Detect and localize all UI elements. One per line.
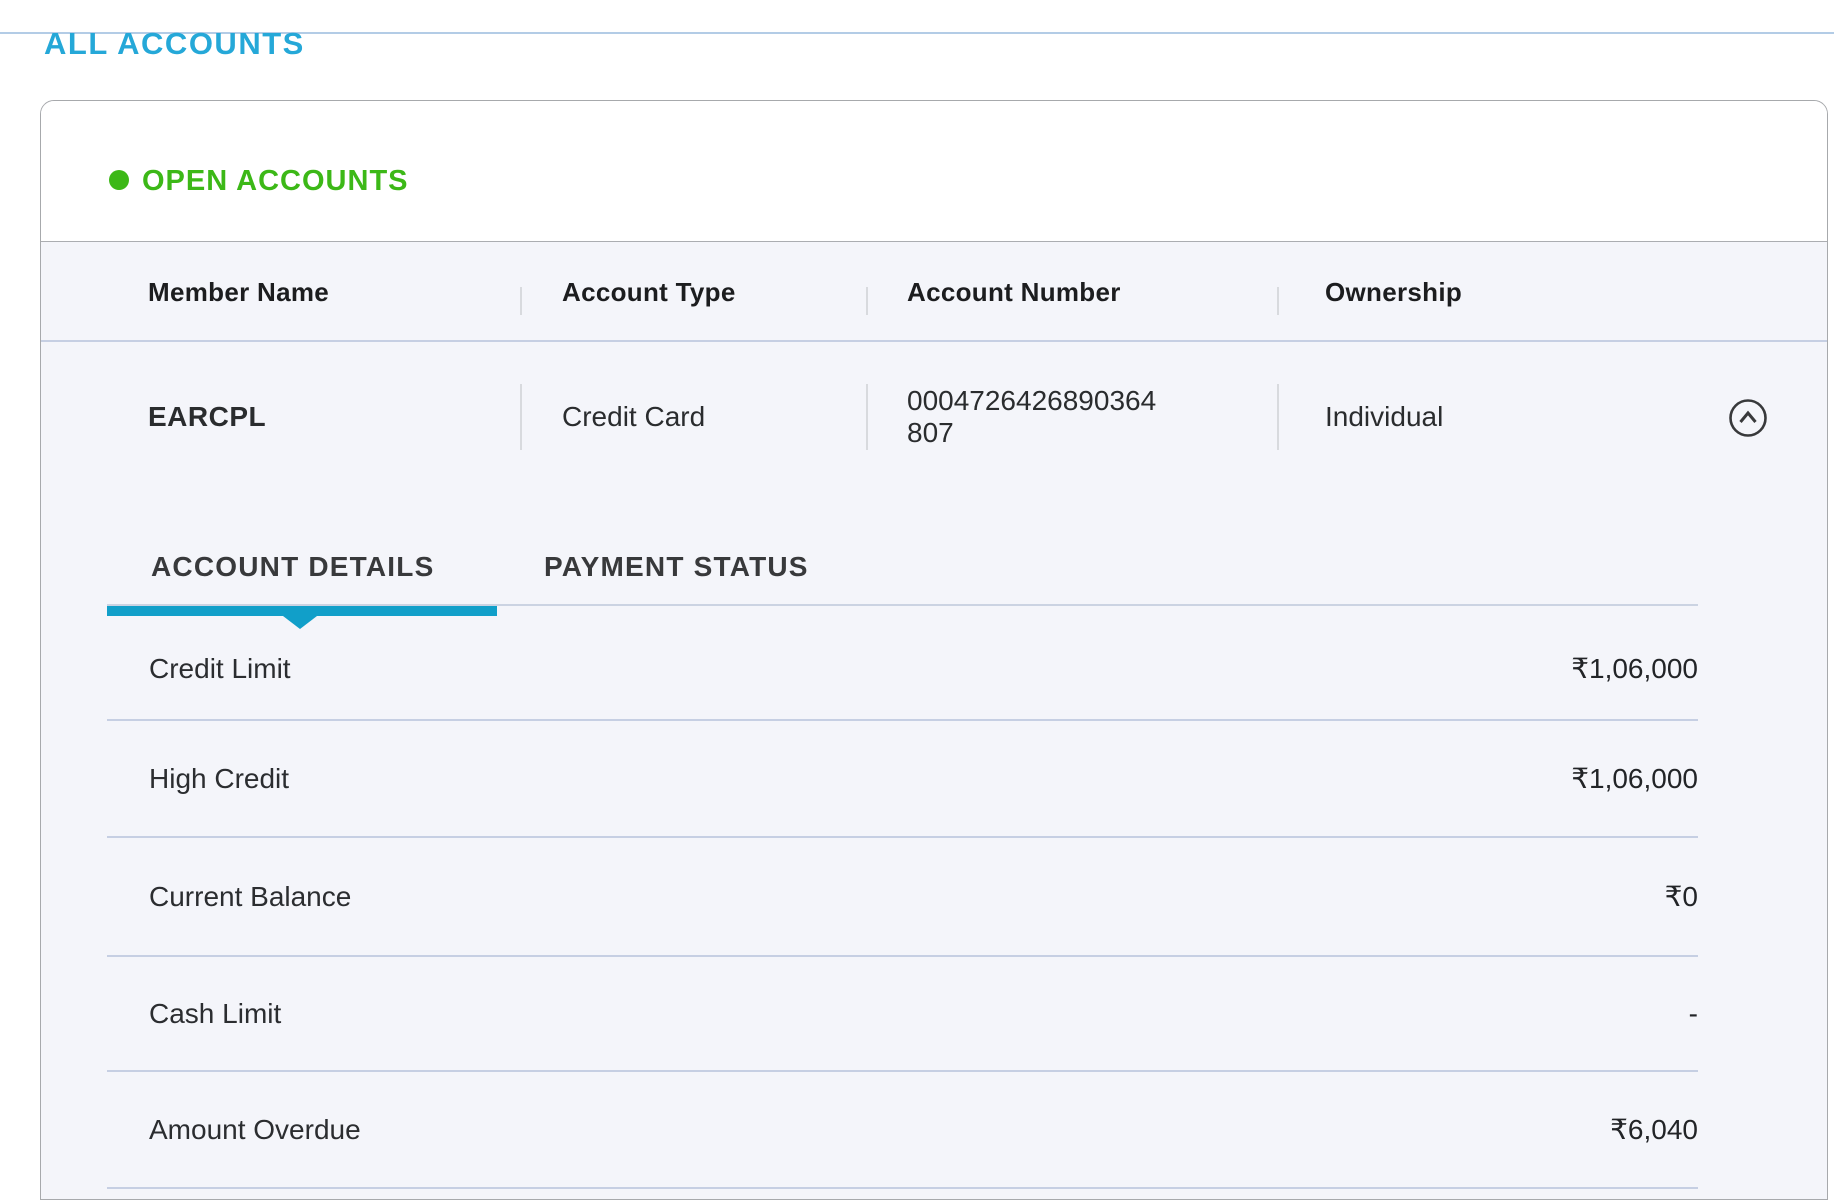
active-tab-indicator bbox=[107, 606, 497, 616]
ownership-value: Individual bbox=[1325, 342, 1443, 492]
tab-payment-status[interactable]: PAYMENT STATUS bbox=[544, 551, 809, 583]
detail-value: ₹6,040 bbox=[1610, 1113, 1698, 1146]
detail-row-high-credit: High Credit ₹1,06,000 bbox=[107, 721, 1698, 838]
tab-account-details[interactable]: ACCOUNT DETAILS bbox=[151, 551, 434, 583]
collapse-account-button[interactable] bbox=[1728, 398, 1768, 438]
detail-row-credit-limit: Credit Limit ₹1,06,000 bbox=[107, 618, 1698, 721]
account-details-panel: Credit Limit ₹1,06,000 High Credit ₹1,06… bbox=[107, 618, 1698, 1189]
column-divider bbox=[520, 384, 522, 450]
open-status-dot-icon bbox=[109, 170, 129, 190]
detail-label: Amount Overdue bbox=[149, 1114, 361, 1146]
detail-row-current-balance: Current Balance ₹0 bbox=[107, 838, 1698, 957]
account-type-value: Credit Card bbox=[562, 342, 705, 492]
column-divider bbox=[520, 287, 522, 315]
detail-value: ₹1,06,000 bbox=[1571, 762, 1698, 795]
detail-value: ₹1,06,000 bbox=[1571, 652, 1698, 685]
detail-label: Current Balance bbox=[149, 881, 351, 913]
accounts-table-header: Member Name Account Type Account Number … bbox=[41, 242, 1827, 342]
page-title: ALL ACCOUNTS bbox=[44, 26, 305, 62]
detail-label: High Credit bbox=[149, 763, 289, 795]
member-name-value: EARCPL bbox=[148, 342, 266, 492]
detail-row-amount-overdue: Amount Overdue ₹6,040 bbox=[107, 1072, 1698, 1189]
section-title: OPEN ACCOUNTS bbox=[142, 165, 409, 198]
column-divider bbox=[866, 287, 868, 315]
account-tabs: ACCOUNT DETAILS PAYMENT STATUS bbox=[41, 551, 1827, 591]
detail-row-cash-limit: Cash Limit - bbox=[107, 957, 1698, 1072]
column-divider bbox=[1277, 287, 1279, 315]
column-header-account-type: Account Type bbox=[562, 242, 736, 342]
column-header-member-name: Member Name bbox=[148, 242, 329, 342]
column-divider bbox=[1277, 384, 1279, 450]
detail-label: Credit Limit bbox=[149, 653, 291, 685]
account-number-value: 0004726426890364807 bbox=[907, 342, 1165, 492]
card-header: OPEN ACCOUNTS bbox=[41, 101, 1827, 242]
column-header-account-number: Account Number bbox=[907, 242, 1121, 342]
account-row: EARCPL Credit Card 0004726426890364807 I… bbox=[41, 342, 1827, 492]
column-header-ownership: Ownership bbox=[1325, 242, 1462, 342]
column-divider bbox=[866, 384, 868, 450]
detail-label: Cash Limit bbox=[149, 998, 281, 1030]
detail-value: ₹0 bbox=[1665, 880, 1698, 913]
detail-value: - bbox=[1689, 998, 1698, 1030]
chevron-up-circle-icon bbox=[1728, 398, 1768, 438]
open-accounts-card: OPEN ACCOUNTS Member Name Account Type A… bbox=[40, 100, 1828, 1200]
